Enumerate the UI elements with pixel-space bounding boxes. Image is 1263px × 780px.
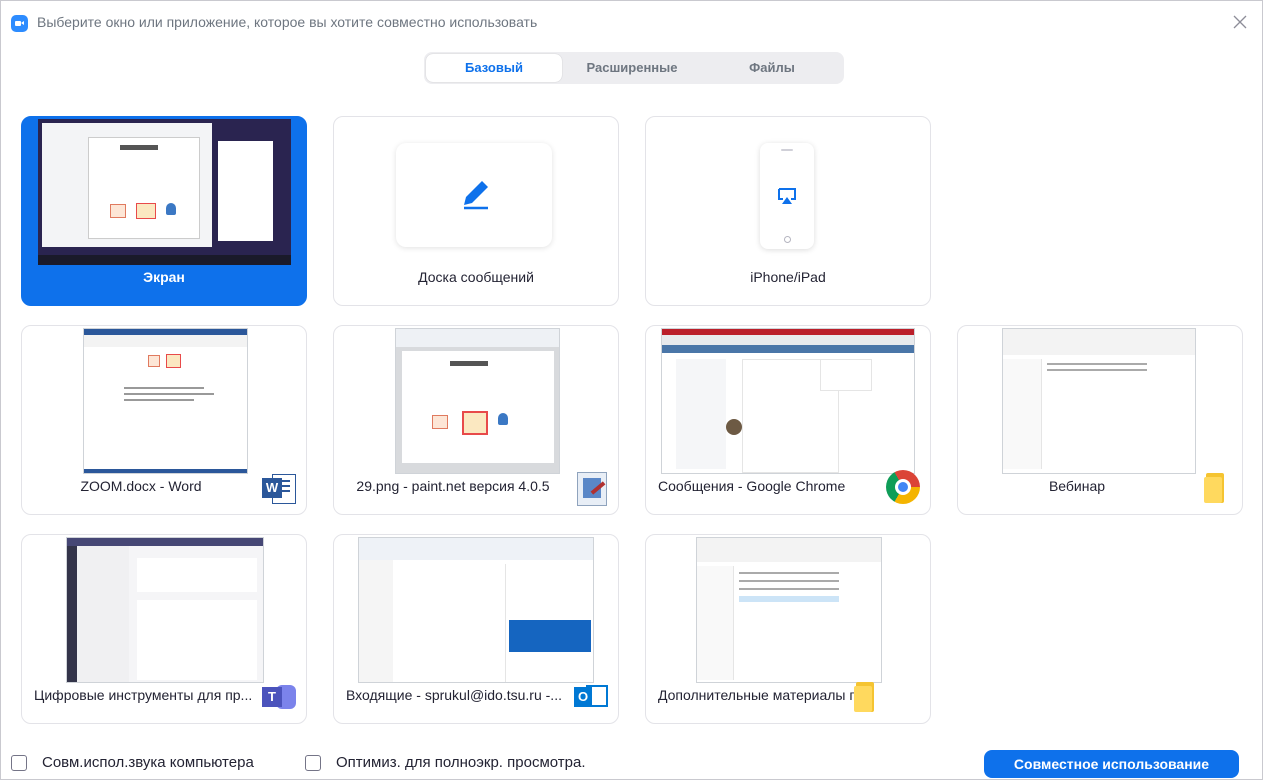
- window-thumbnail: [661, 328, 915, 474]
- share-item-teams[interactable]: Цифровые инструменты для пр... T: [21, 534, 307, 724]
- optimize-video-label: Оптимиз. для полноэкр. просмотра.: [336, 754, 586, 771]
- share-item-webinar-folder[interactable]: Вебинар: [957, 325, 1243, 515]
- window-thumbnail: [696, 537, 882, 683]
- share-item-chrome[interactable]: Сообщения - Google Chrome: [645, 325, 931, 515]
- tab-advanced[interactable]: Расширенные: [564, 54, 700, 82]
- item-label: Сообщения - Google Chrome: [658, 478, 846, 494]
- item-label: iPhone/iPad: [750, 269, 826, 285]
- close-icon[interactable]: [1230, 12, 1250, 32]
- paintnet-icon: [574, 470, 608, 506]
- word-icon: W: [262, 470, 296, 506]
- window-thumbnail: [1002, 328, 1196, 474]
- share-item-screen[interactable]: Экран: [21, 116, 307, 306]
- optimize-video-checkbox[interactable]: [305, 755, 321, 771]
- item-label: 29.png - paint.net версия 4.0.5: [356, 478, 550, 494]
- pencil-icon: [464, 181, 488, 210]
- folder-icon: [1198, 470, 1232, 506]
- share-item-outlook[interactable]: Входящие - sprukul@ido.tsu.ru -... O: [333, 534, 619, 724]
- share-audio-checkbox[interactable]: [11, 755, 27, 771]
- share-item-materials-folder[interactable]: Дополнительные материалы п...: [645, 534, 931, 724]
- item-label: ZOOM.docx - Word: [80, 478, 202, 494]
- chrome-icon: [886, 470, 920, 506]
- share-button[interactable]: Совместное использование: [984, 750, 1239, 778]
- item-label: Экран: [143, 269, 185, 285]
- tab-basic[interactable]: Базовый: [426, 54, 562, 82]
- share-item-paintnet[interactable]: 29.png - paint.net версия 4.0.5: [333, 325, 619, 515]
- item-label: Цифровые инструменты для пр...: [34, 687, 253, 703]
- share-audio-label: Совм.испол.звука компьютера: [42, 754, 254, 771]
- window-thumbnail: [358, 537, 594, 683]
- zoom-app-icon: [11, 15, 28, 32]
- outlook-icon: O: [574, 679, 608, 715]
- window-thumbnail: [83, 328, 248, 474]
- dialog-title: Выберите окно или приложение, которое вы…: [37, 14, 538, 30]
- item-label: Доска сообщений: [418, 269, 534, 285]
- folder-icon: [848, 679, 882, 715]
- airplay-icon: [778, 188, 796, 204]
- window-thumbnail: [66, 537, 264, 683]
- window-thumbnail: [395, 328, 560, 474]
- whiteboard-tile: [396, 143, 552, 247]
- iphone-tile: [760, 143, 814, 249]
- share-item-word[interactable]: ZOOM.docx - Word W: [21, 325, 307, 515]
- item-label: Вебинар: [1048, 478, 1106, 494]
- item-label: Входящие - sprukul@ido.tsu.ru -...: [346, 687, 562, 703]
- title-bar: Выберите окно или приложение, которое вы…: [0, 0, 1263, 46]
- teams-icon: T: [262, 679, 296, 715]
- screen-thumbnail: [38, 119, 291, 265]
- share-tabs: Базовый Расширенные Файлы: [424, 52, 844, 84]
- share-item-iphone[interactable]: iPhone/iPad: [645, 116, 931, 306]
- share-item-whiteboard[interactable]: Доска сообщений: [333, 116, 619, 306]
- tab-files[interactable]: Файлы: [702, 54, 842, 82]
